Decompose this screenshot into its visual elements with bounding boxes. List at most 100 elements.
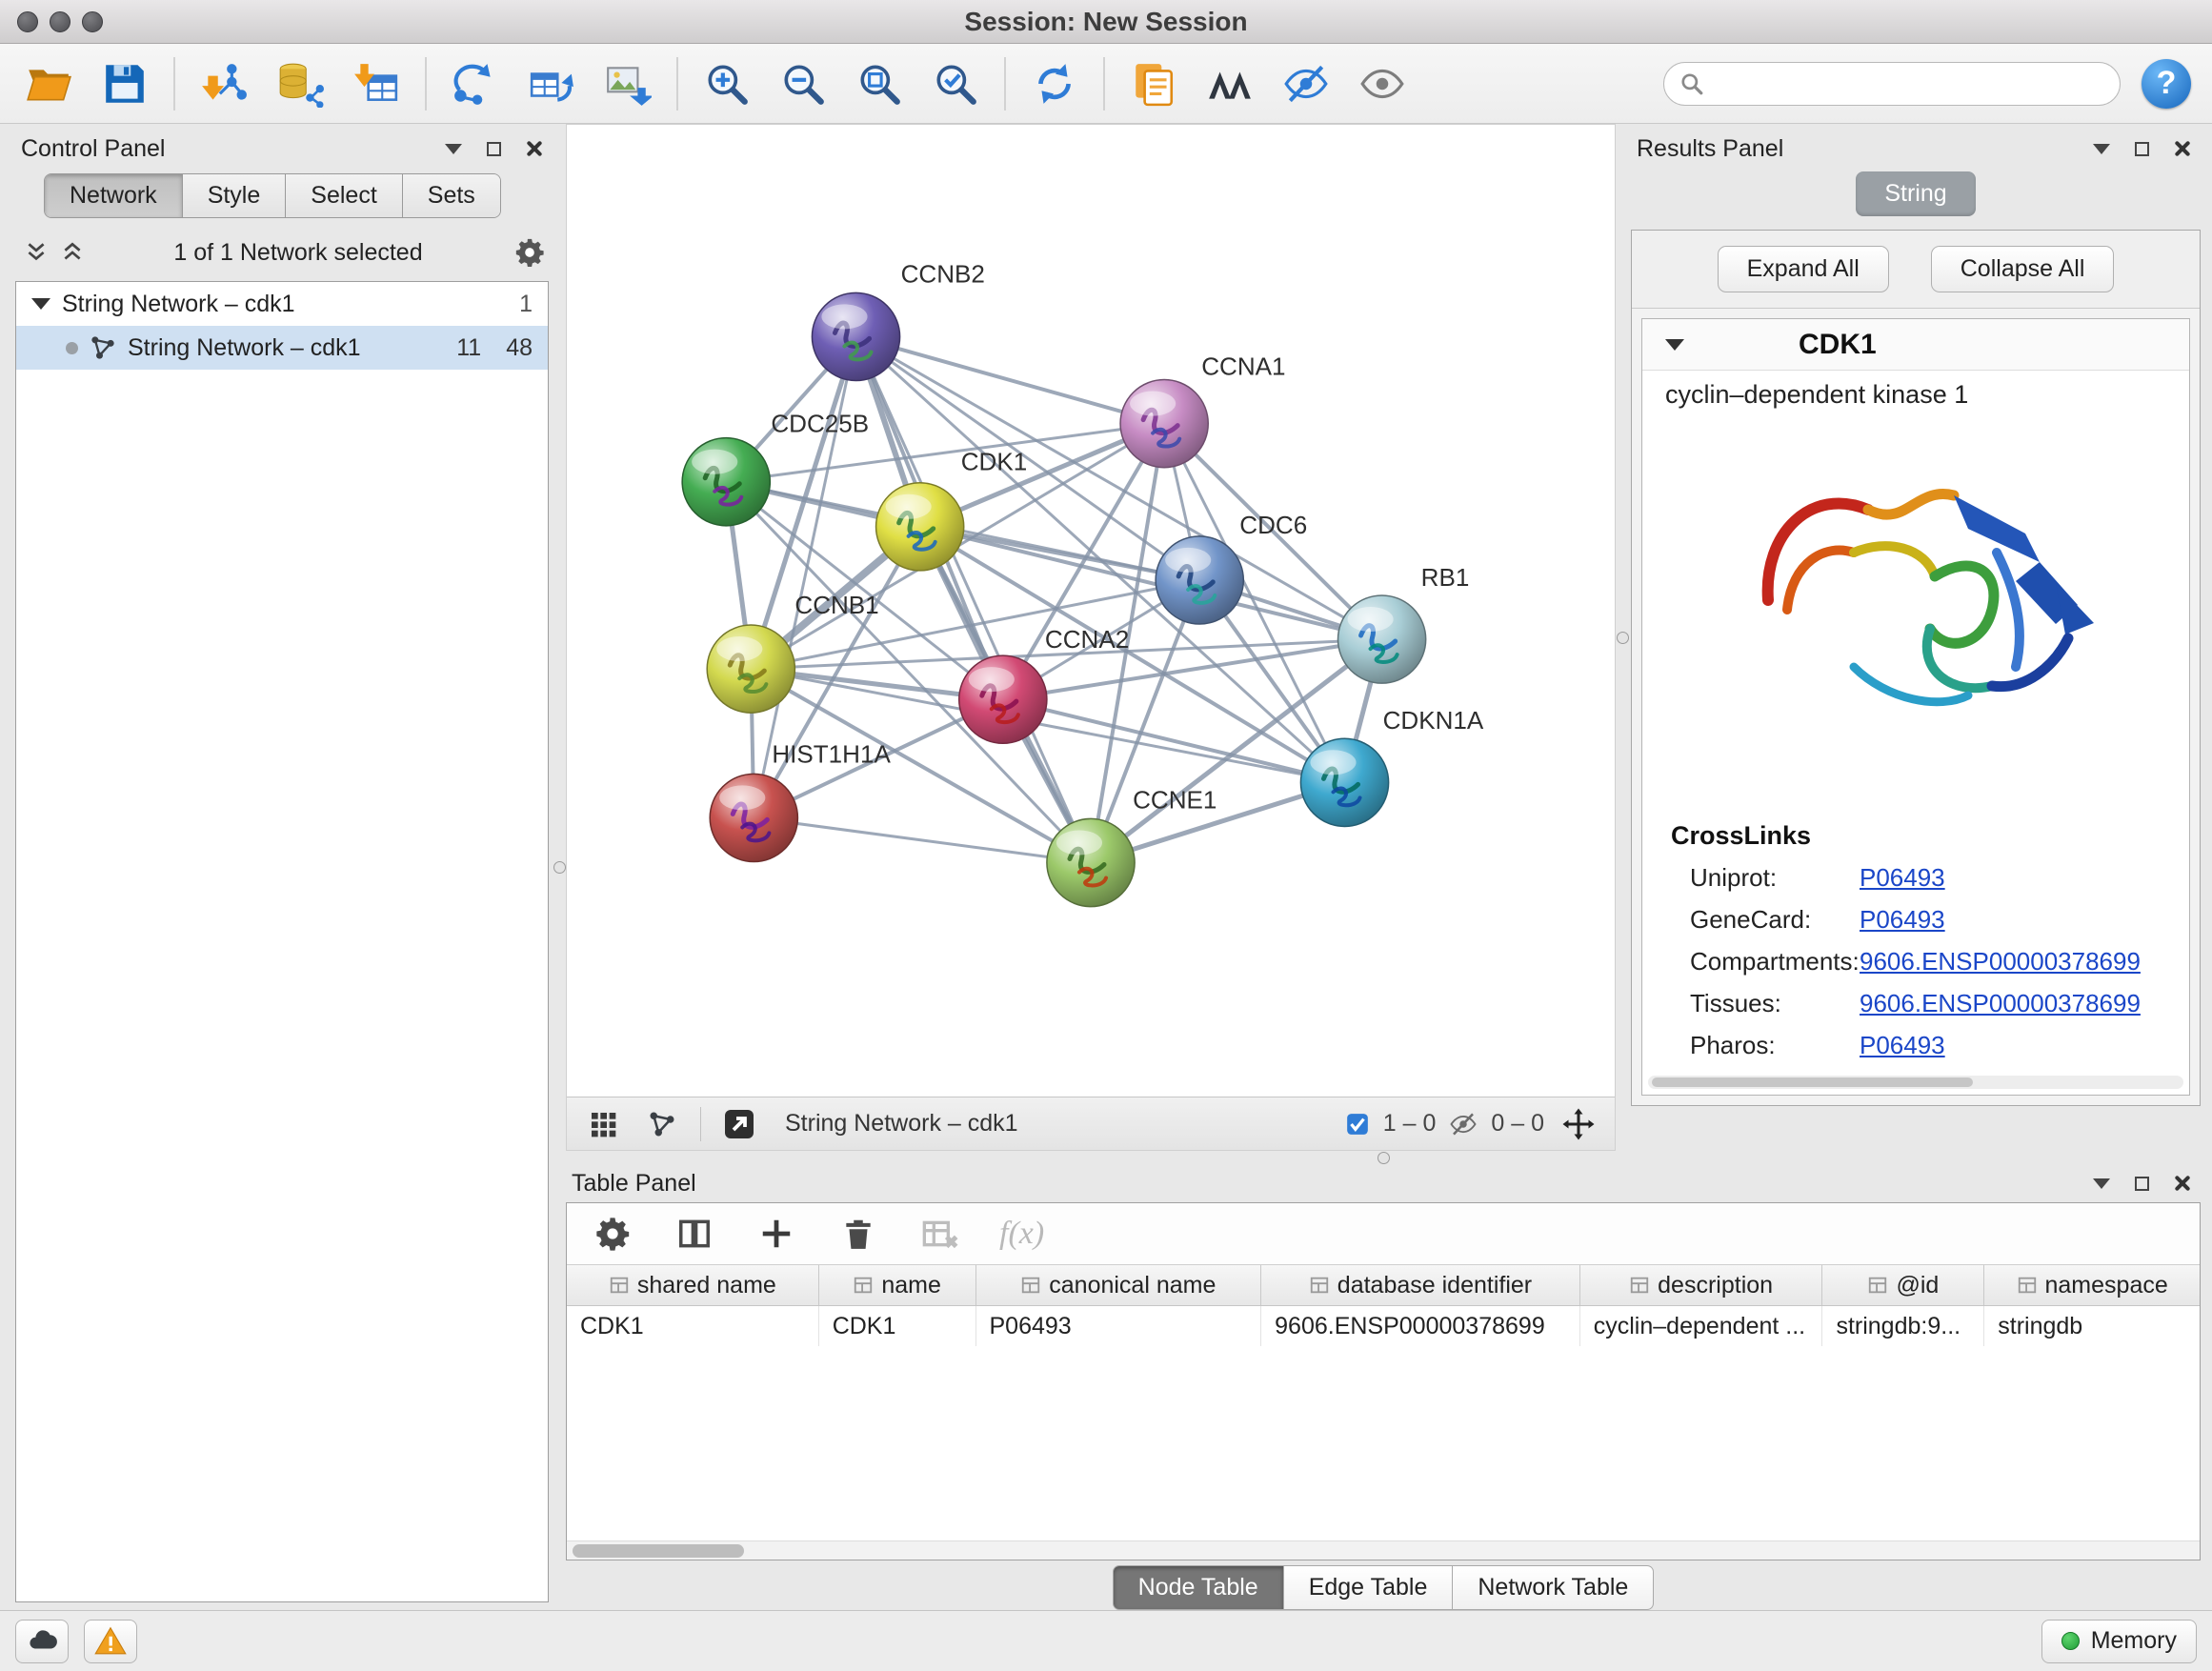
splitter-handle[interactable] (1617, 632, 1629, 644)
network-node-ccnb2[interactable] (812, 292, 899, 380)
table-cell[interactable]: CDK1 (819, 1306, 976, 1346)
collapse-all-results-button[interactable]: Collapse All (1931, 246, 2115, 292)
add-column-button[interactable] (754, 1211, 799, 1257)
new-network-from-selection-button[interactable] (448, 54, 503, 113)
tab-network[interactable]: Network (45, 174, 183, 217)
table-cell[interactable]: stringdb:9... (1822, 1306, 1984, 1346)
grid-view-button[interactable] (582, 1103, 624, 1145)
memory-button[interactable]: Memory (2041, 1620, 2197, 1663)
table-row[interactable]: CDK1 CDK1 P06493 9606.ENSP00000378699 cy… (567, 1306, 2200, 1346)
cloud-status-button[interactable] (15, 1620, 69, 1663)
network-edge[interactable] (754, 817, 1091, 862)
tab-sets[interactable]: Sets (403, 174, 500, 217)
results-panel-close-button[interactable] (2168, 135, 2195, 162)
control-panel-float-button[interactable] (480, 135, 507, 162)
import-network-database-button[interactable] (272, 54, 328, 113)
tab-string[interactable]: String (1856, 171, 1975, 216)
export-image-button[interactable] (600, 54, 655, 113)
network-node-hist1h1a[interactable] (710, 774, 797, 861)
delete-column-button[interactable] (835, 1211, 881, 1257)
zoom-selected-button[interactable] (928, 54, 983, 113)
network-node-cdc6[interactable] (1156, 536, 1243, 624)
column-header-database-identifier[interactable]: database identifier (1261, 1265, 1580, 1305)
refresh-button[interactable] (1027, 54, 1082, 113)
scrollbar-thumb[interactable] (1652, 1077, 1973, 1087)
search-input[interactable] (1714, 70, 2104, 97)
delete-table-button[interactable] (917, 1211, 963, 1257)
results-horizontal-scrollbar[interactable] (1648, 1076, 2183, 1089)
network-overview-button[interactable] (641, 1103, 683, 1145)
open-session-button[interactable] (21, 54, 76, 113)
import-table-button[interactable] (349, 54, 404, 113)
function-builder-button[interactable]: f(x) (999, 1216, 1044, 1252)
detach-view-button[interactable] (718, 1103, 760, 1145)
crosslink-link[interactable]: P06493 (1860, 863, 1945, 893)
network-options-button[interactable] (511, 233, 549, 272)
show-details-button[interactable] (1355, 54, 1410, 113)
table-options-button[interactable] (590, 1211, 635, 1257)
results-panel-menu-button[interactable] (2088, 135, 2115, 162)
save-session-button[interactable] (97, 54, 152, 113)
crosslink-link[interactable]: 9606.ENSP00000378699 (1860, 947, 2141, 976)
zoom-in-button[interactable] (699, 54, 754, 113)
crosslink-link[interactable]: P06493 (1860, 1031, 1945, 1060)
help-button[interactable]: ? (2142, 59, 2191, 109)
network-edge[interactable] (856, 336, 1091, 862)
results-panel-splitter[interactable] (1616, 124, 1629, 1151)
copy-style-button[interactable] (1126, 54, 1181, 113)
warnings-button[interactable] (84, 1620, 137, 1663)
control-panel-close-button[interactable] (520, 135, 547, 162)
expand-all-button[interactable] (59, 239, 86, 266)
splitter-handle[interactable] (553, 861, 566, 874)
column-header-shared-name[interactable]: shared name (567, 1265, 819, 1305)
column-header-name[interactable]: name (819, 1265, 976, 1305)
control-panel-menu-button[interactable] (440, 135, 467, 162)
export-network-button[interactable] (524, 54, 579, 113)
search-box[interactable] (1663, 62, 2121, 106)
network-node-ccne1[interactable] (1047, 818, 1135, 906)
network-node-ccnb1[interactable] (707, 625, 794, 713)
network-canvas[interactable]: CCNB2CCNA1CDC25BCDK1CDC6RB1CCNB1CCNA2CDK… (567, 125, 1615, 1097)
network-node-rb1[interactable] (1338, 595, 1426, 683)
network-row-selected[interactable]: String Network – cdk1 11 48 (16, 326, 548, 370)
tab-select[interactable]: Select (286, 174, 402, 217)
column-header-canonical-name[interactable]: canonical name (976, 1265, 1262, 1305)
hide-details-button[interactable] (1278, 54, 1334, 113)
disclosure-triangle-icon[interactable] (31, 298, 50, 310)
network-node-cdkn1a[interactable] (1300, 738, 1388, 826)
network-node-ccna1[interactable] (1120, 380, 1208, 468)
zoom-out-button[interactable] (775, 54, 831, 113)
table-cell[interactable]: CDK1 (567, 1306, 819, 1346)
tab-node-table[interactable]: Node Table (1113, 1565, 1284, 1610)
expand-all-results-button[interactable]: Expand All (1718, 246, 1889, 292)
tab-network-table[interactable]: Network Table (1453, 1565, 1654, 1610)
table-cell[interactable]: cyclin–dependent ... (1580, 1306, 1823, 1346)
import-network-file-button[interactable] (196, 54, 251, 113)
network-node-cdk1[interactable] (876, 483, 964, 571)
network-graph[interactable]: CCNB2CCNA1CDC25BCDK1CDC6RB1CCNB1CCNA2CDK… (567, 125, 1615, 1097)
table-panel-splitter[interactable] (566, 1151, 2201, 1164)
column-header-namespace[interactable]: namespace (1984, 1265, 2200, 1305)
table-panel-close-button[interactable] (2168, 1170, 2195, 1197)
crosslink-link[interactable]: P06493 (1860, 905, 1945, 935)
collapse-all-button[interactable] (23, 239, 50, 266)
table-cell[interactable]: 9606.ENSP00000378699 (1261, 1306, 1580, 1346)
table-horizontal-scrollbar[interactable] (567, 1540, 2200, 1560)
table-cell[interactable]: P06493 (976, 1306, 1262, 1346)
network-node-cdc25b[interactable] (682, 438, 770, 526)
show-columns-button[interactable] (672, 1211, 717, 1257)
tab-style[interactable]: Style (183, 174, 287, 217)
column-header-id[interactable]: @id (1822, 1265, 1984, 1305)
table-panel-menu-button[interactable] (2088, 1170, 2115, 1197)
show-graphics-details-button[interactable] (1202, 54, 1257, 113)
network-collection-row[interactable]: String Network – cdk1 1 (16, 282, 548, 326)
splitter-handle[interactable] (1377, 1152, 1390, 1164)
control-panel-splitter[interactable] (553, 124, 566, 1610)
results-panel-float-button[interactable] (2128, 135, 2155, 162)
zoom-fit-button[interactable] (852, 54, 907, 113)
network-node-ccna2[interactable] (959, 655, 1047, 743)
disclosure-triangle-icon[interactable] (1665, 339, 1684, 351)
crosslink-link[interactable]: 9606.ENSP00000378699 (1860, 989, 2141, 1018)
tab-edge-table[interactable]: Edge Table (1284, 1565, 1454, 1610)
table-cell[interactable]: stringdb (1984, 1306, 2200, 1346)
